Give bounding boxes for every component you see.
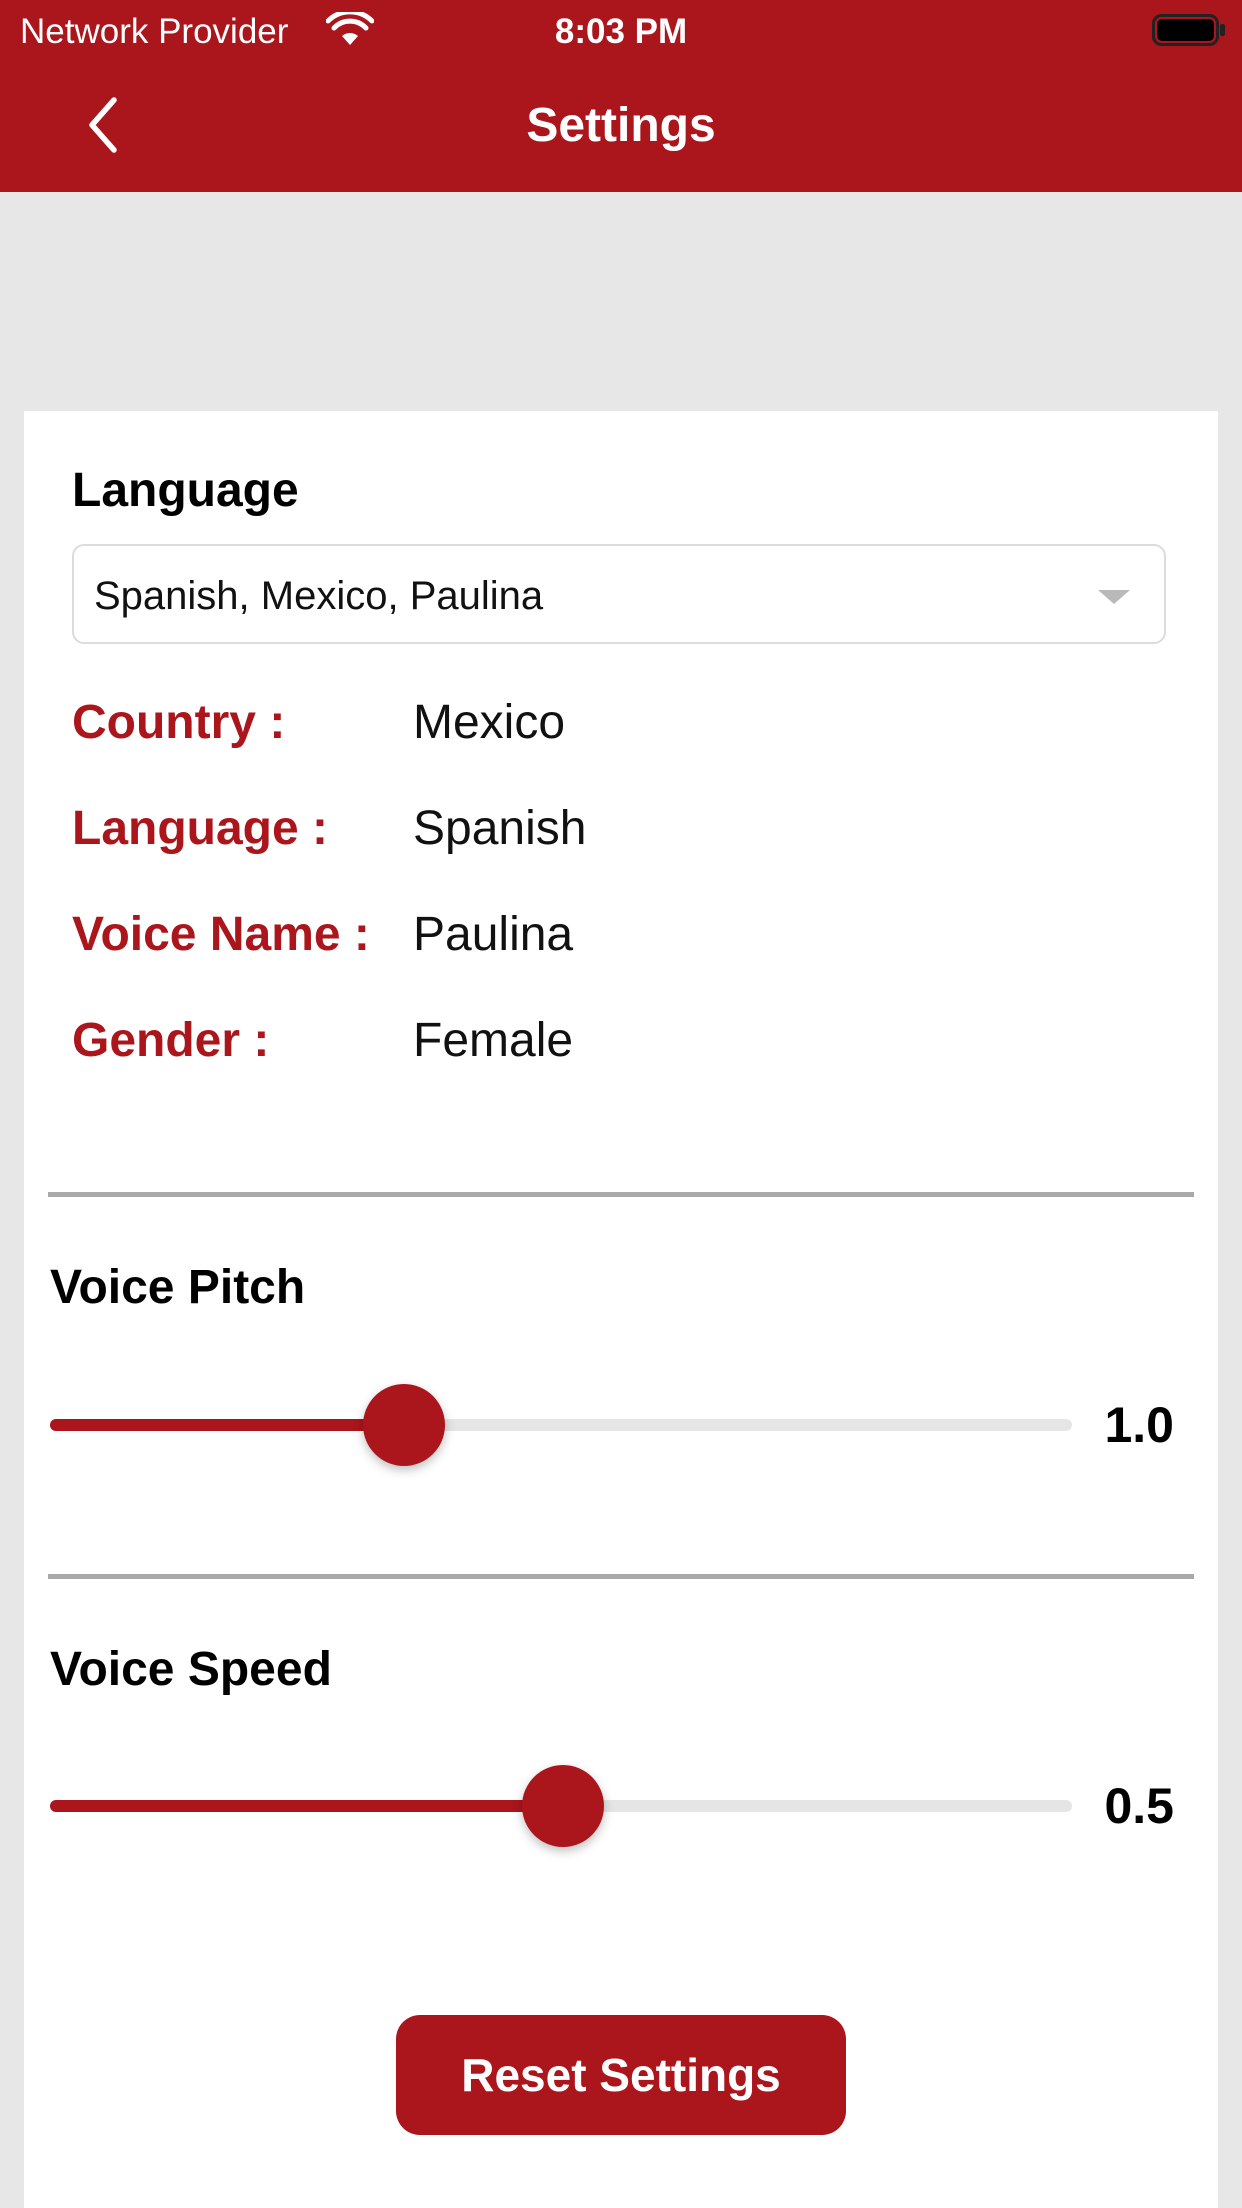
voice-pitch-value: 1.0 <box>1104 1397 1174 1453</box>
status-time: 8:03 PM <box>554 12 688 51</box>
voice-speed-value: 0.5 <box>1104 1778 1174 1834</box>
slider-thumb[interactable] <box>522 1765 605 1847</box>
gender-value: Female <box>413 1014 574 1067</box>
language-heading: Language <box>72 464 299 517</box>
slider-fill <box>50 1419 404 1431</box>
language-dropdown[interactable]: Spanish, Mexico, Paulina <box>72 544 1166 644</box>
voice-pitch-heading: Voice Pitch <box>50 1261 306 1314</box>
settings-card: Language Spanish, Mexico, Paulina Countr… <box>24 411 1218 2208</box>
reset-settings-button[interactable]: Reset Settings <box>396 2015 846 2135</box>
language-label: Language : <box>72 802 329 855</box>
language-dropdown-value: Spanish, Mexico, Paulina <box>94 574 544 618</box>
voice-name-label: Voice Name : <box>72 908 370 961</box>
divider <box>48 1574 1194 1579</box>
voice-name-value: Paulina <box>413 908 574 961</box>
gender-label: Gender : <box>72 1014 270 1067</box>
voice-speed-slider[interactable] <box>50 1761 1072 1851</box>
voice-speed-heading: Voice Speed <box>50 1643 332 1696</box>
language-value: Spanish <box>413 802 587 855</box>
slider-fill <box>50 1800 564 1812</box>
caret-down-icon <box>1098 590 1130 604</box>
country-label: Country : <box>72 696 286 749</box>
voice-pitch-slider[interactable] <box>50 1380 1072 1470</box>
top-bar: Network Provider 8:03 PM Settings <box>0 0 1242 192</box>
country-value: Mexico <box>413 696 566 749</box>
divider <box>48 1192 1194 1197</box>
settings-screen: Network Provider 8:03 PM Settings Langua… <box>0 0 1242 2208</box>
battery-full-icon <box>1152 14 1225 46</box>
slider-thumb[interactable] <box>362 1384 445 1466</box>
page-title: Settings <box>526 99 716 152</box>
